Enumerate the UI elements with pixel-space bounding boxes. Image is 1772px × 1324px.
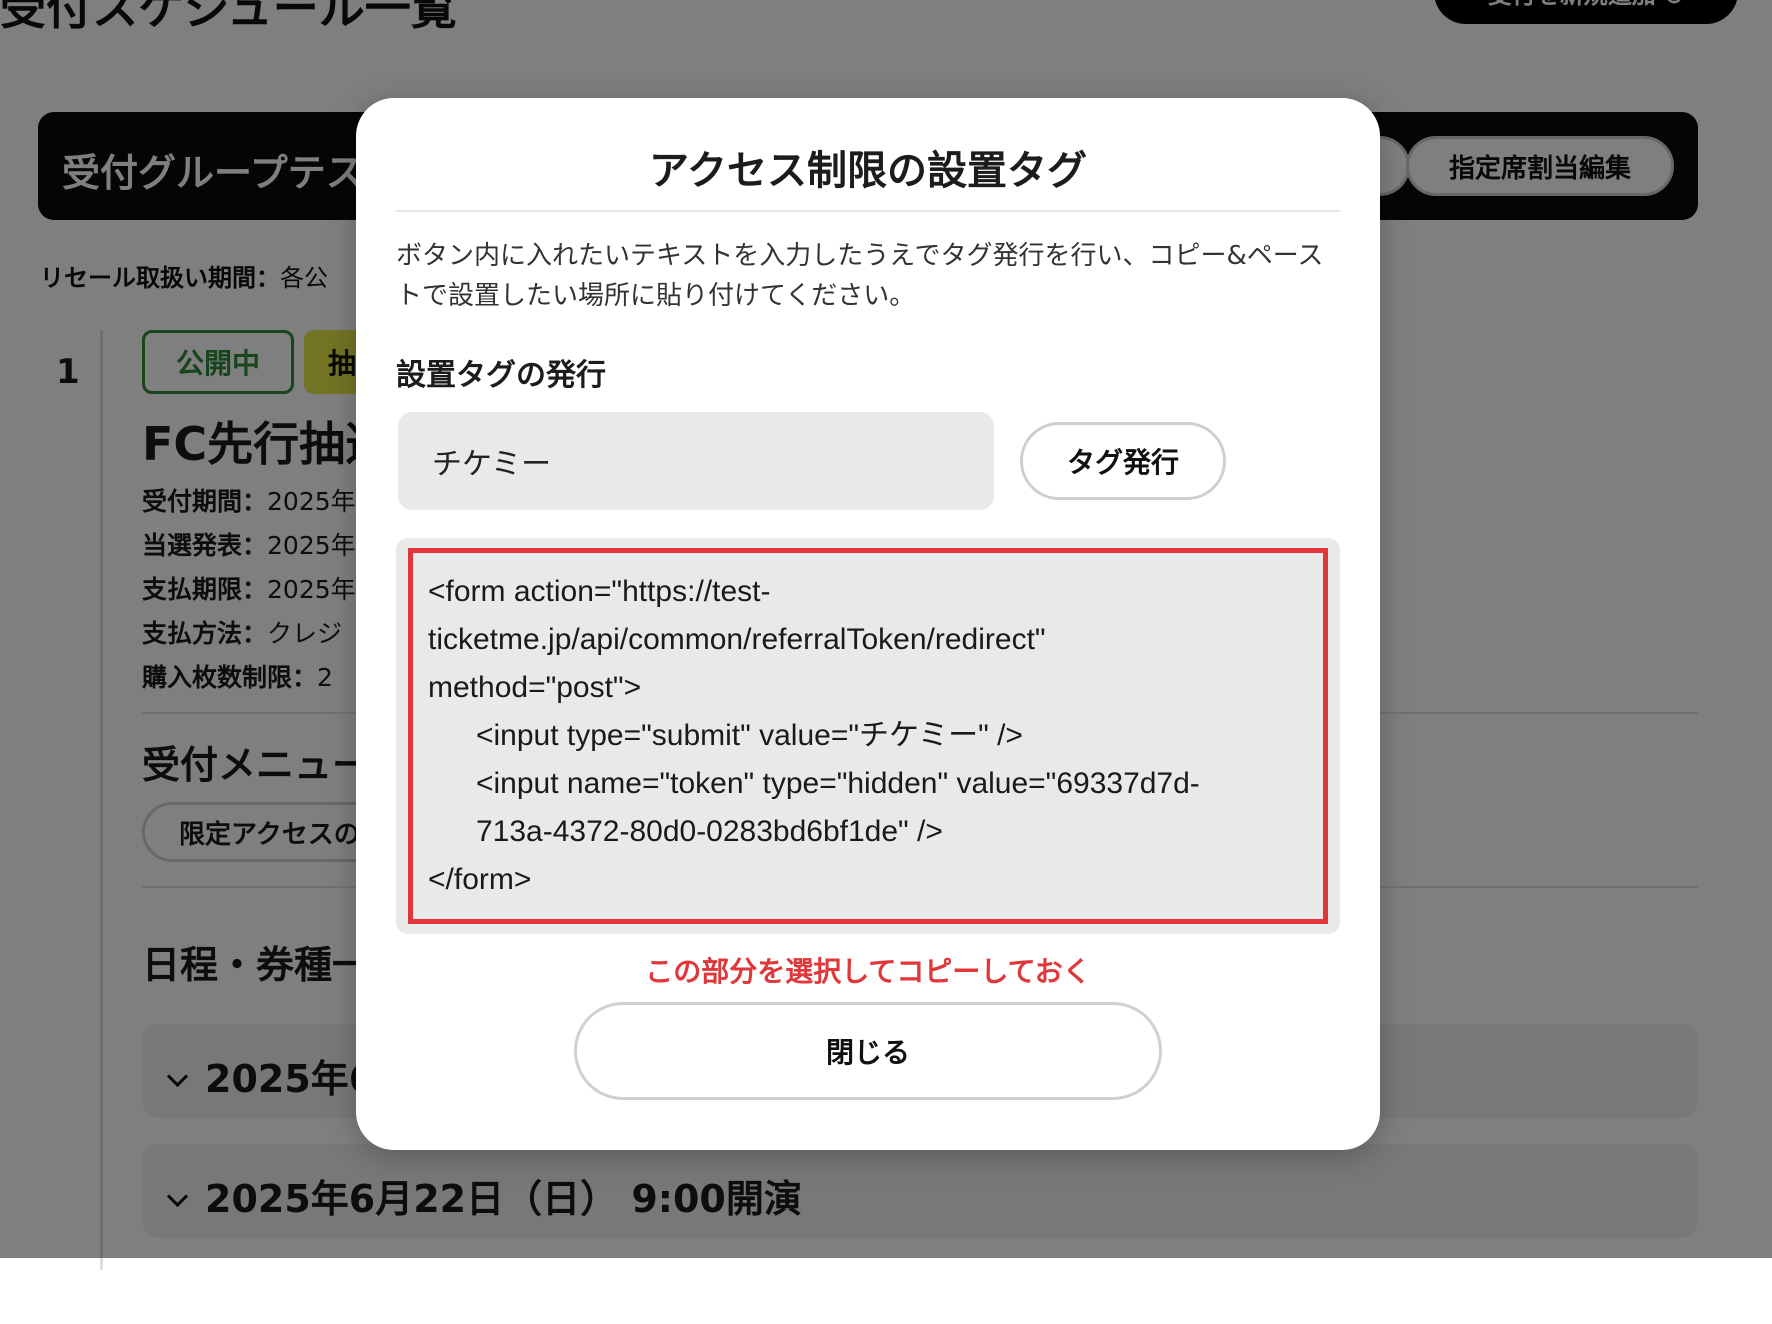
code-line: 713a-4372-80d0-0283bd6bf1de" /> (476, 815, 943, 848)
copy-instruction-note: この部分を選択してコピーしておく (645, 955, 1091, 988)
modal-divider (396, 210, 1340, 212)
code-line: <input name="token" type="hidden" value=… (476, 767, 1200, 800)
code-line: <input type="submit" value="チケミー" /> (476, 719, 1023, 752)
modal-title: アクセス制限の設置タグ (649, 148, 1087, 194)
code-line: </form> (428, 863, 532, 896)
button-text-input[interactable] (398, 412, 994, 510)
code-line: <form action="https://test- (428, 575, 771, 608)
issue-tag-button[interactable]: タグ発行 (1020, 422, 1226, 500)
access-tag-modal: アクセス制限の設置タグ ボタン内に入れたいテキストを入力したうえでタグ発行を行い… (356, 98, 1380, 1150)
close-button[interactable]: 閉じる (574, 1002, 1162, 1100)
modal-description: ボタン内に入れたいテキストを入力したうえでタグ発行を行い、コピー&ペーストで設置… (396, 241, 1324, 311)
code-line: ticketme.jp/api/common/referralToken/red… (428, 623, 1046, 656)
tag-issue-heading: 設置タグの発行 (396, 358, 606, 393)
generated-code[interactable]: <form action="https://test- ticketme.jp/… (428, 568, 1308, 904)
code-line: method="post"> (428, 671, 642, 704)
